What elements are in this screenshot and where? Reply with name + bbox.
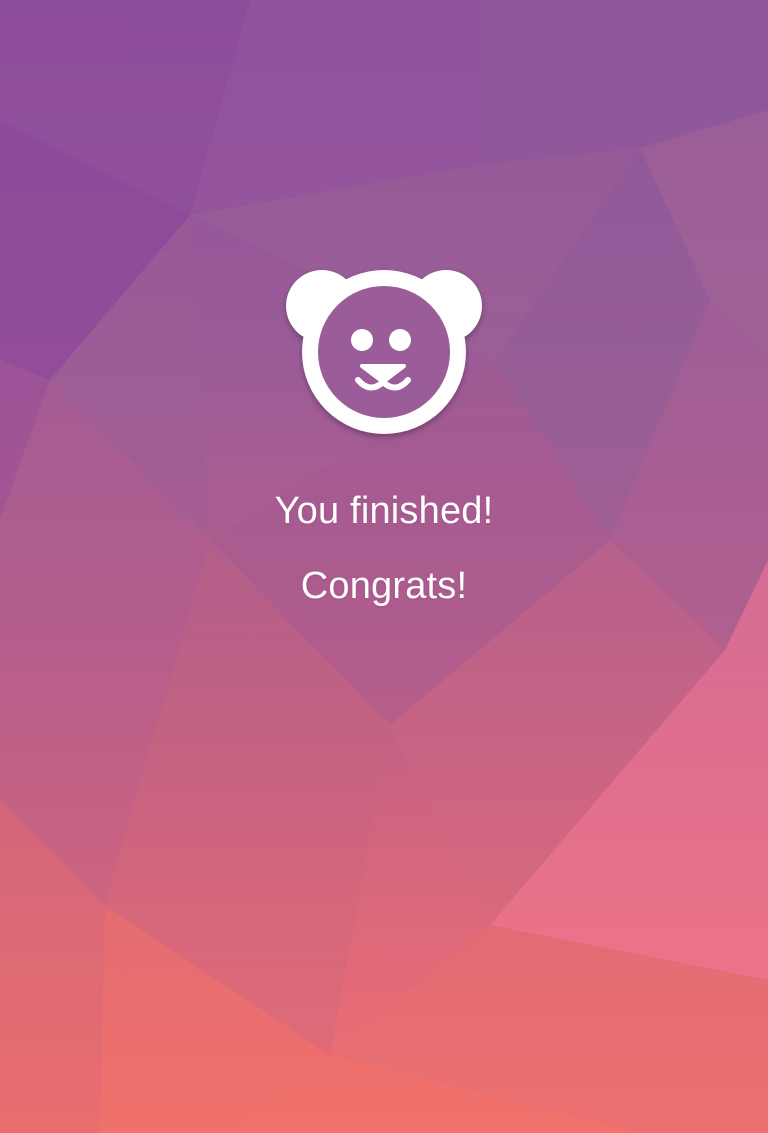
finish-title: You finished! (274, 490, 494, 532)
bear-eye-left-icon (351, 329, 373, 351)
bear-face-icon (286, 270, 482, 434)
bear-eye-right-icon (389, 329, 411, 351)
congrats-text: Congrats! (300, 565, 468, 607)
bear-head-icon (302, 270, 466, 434)
